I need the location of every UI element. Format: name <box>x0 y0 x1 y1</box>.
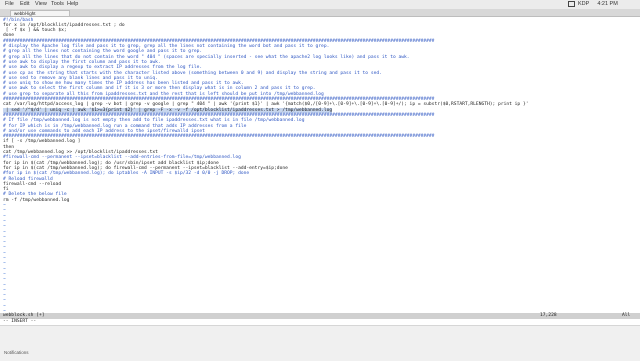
bottom-panel: Notifications <box>0 325 640 361</box>
menu-edit[interactable]: Edit <box>20 1 29 7</box>
code-line[interactable]: if [ -s /tmp/webbanned.log ] <box>3 139 80 144</box>
network-icon[interactable] <box>568 1 575 7</box>
menu-file[interactable]: File <box>5 1 14 7</box>
text-editor[interactable]: #!/bin/bash for x in /opt/blocklist/ipadd… <box>0 17 640 313</box>
menu-help[interactable]: Help <box>67 1 78 7</box>
tray-label[interactable]: KDP <box>578 1 589 7</box>
bottom-panel-label[interactable]: Notifications <box>4 350 29 355</box>
clock[interactable]: 4:21 PM <box>597 1 617 7</box>
tray-area: KDP 4:21 PM <box>568 1 618 7</box>
tab-webbl-light[interactable]: webbl-light <box>10 10 70 16</box>
tab-strip: webbl-light <box>0 9 640 17</box>
tab-title: webbl-light <box>14 11 36 16</box>
menu-tools[interactable]: Tools <box>51 1 64 7</box>
code-line[interactable]: firewall-cmd --reload <box>3 182 61 187</box>
menu-view[interactable]: View <box>35 1 47 7</box>
code-line[interactable]: rm -f /tmp/webbanned.log <box>3 198 69 203</box>
